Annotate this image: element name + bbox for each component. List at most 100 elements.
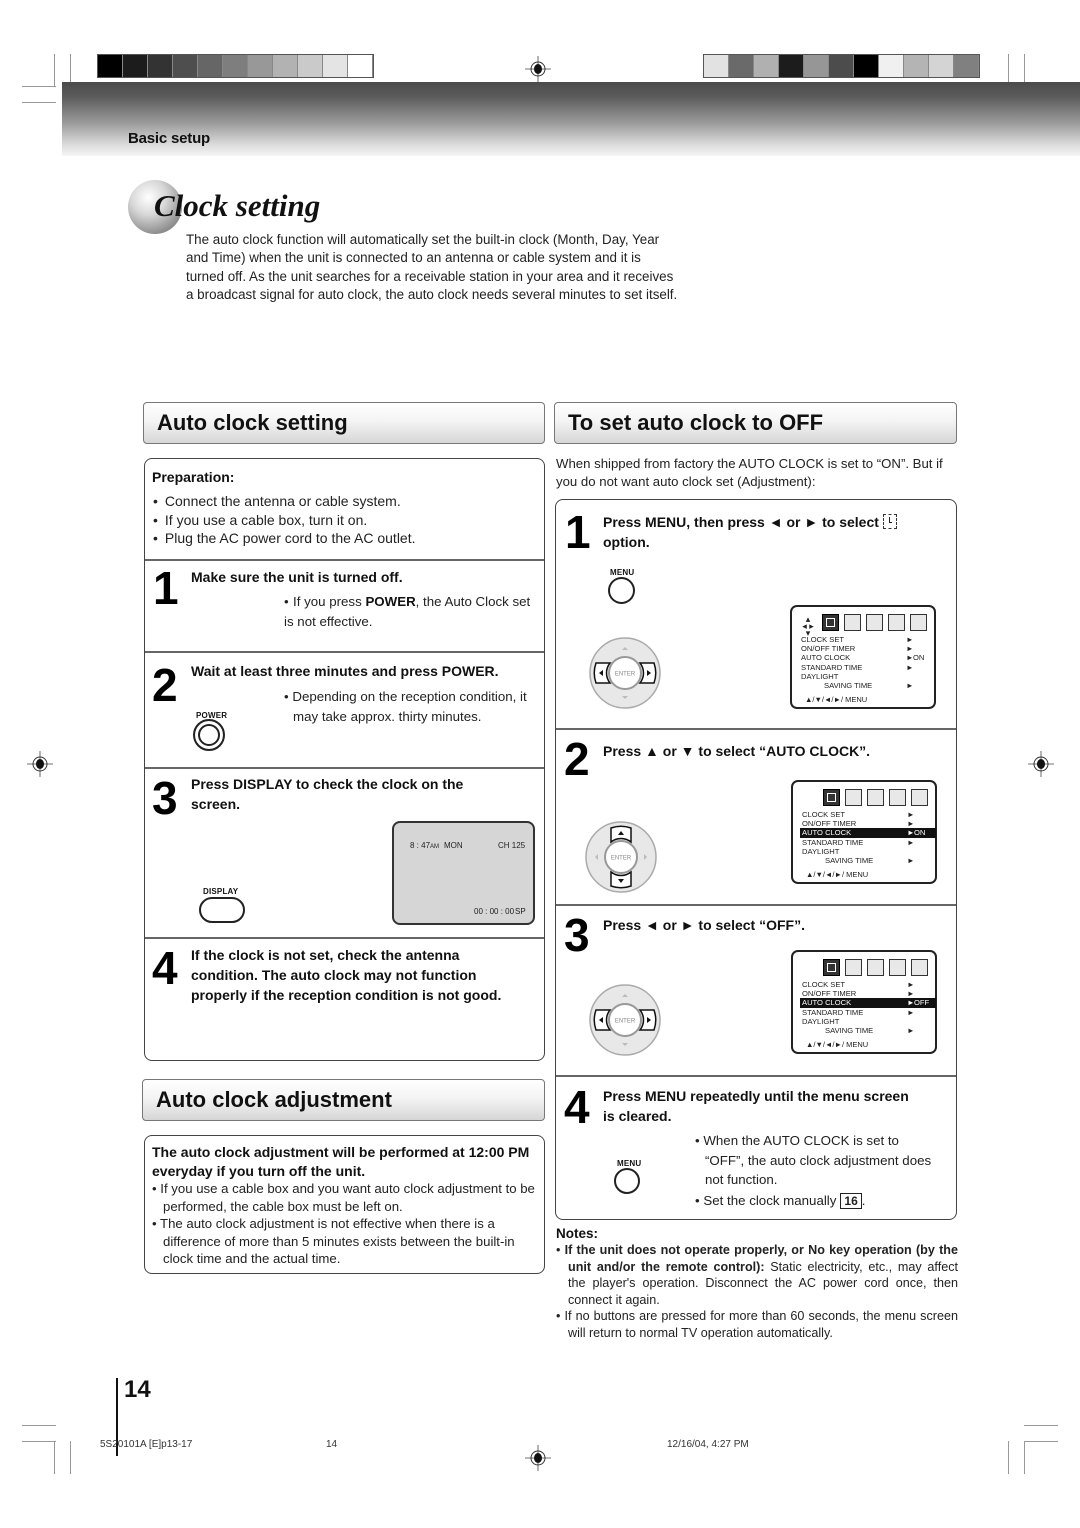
preparation-heading: Preparation: <box>152 469 235 485</box>
svg-text:ENTER: ENTER <box>615 1019 636 1025</box>
osd-row-label: AUTO CLOCK <box>802 998 852 1008</box>
step-title: Press ▲ or ▼ to select “AUTO CLOCK”. <box>603 743 871 759</box>
step-title: Make sure the unit is turned off. <box>191 569 403 585</box>
step-title: Press MENU repeatedly until the menu scr… <box>603 1088 909 1124</box>
preparation-list: Connect the antenna or cable system. If … <box>153 492 416 548</box>
calibration-bar-left <box>97 54 374 78</box>
osd-menu-row: CLOCK SET ► <box>800 810 936 819</box>
calibration-swatch <box>273 55 298 77</box>
page-reference-link[interactable]: 16 <box>840 1193 862 1209</box>
adjustment-item: • If you use a cable box and you want au… <box>152 1181 535 1214</box>
crop-mark <box>1024 1441 1025 1474</box>
footer-page: 14 <box>326 1439 338 1450</box>
dpad-indicator-icon: ▴ ◂ ▸ ▾ <box>802 614 814 638</box>
step-title: If the clock is not set, check the anten… <box>191 947 502 1003</box>
divider <box>145 559 544 561</box>
osd-row-label: AUTO CLOCK <box>801 653 851 663</box>
osd-menu-row: CLOCK SET ► <box>799 635 935 644</box>
crop-mark <box>1008 54 1009 84</box>
menu-button-label: MENU <box>617 1159 642 1168</box>
step-note: • Depending on the reception condition, … <box>284 689 527 724</box>
enter-dial-up-down-icon[interactable]: ENTER <box>584 820 658 894</box>
display-button[interactable] <box>199 897 245 923</box>
power-button[interactable] <box>193 719 225 751</box>
audio-tab-icon <box>845 959 862 976</box>
enter-dial-left-right-icon[interactable]: ENTER <box>588 983 662 1057</box>
osd-row-label: ON/OFF TIMER <box>802 819 857 829</box>
adjustment-item: • The auto clock adjustment is not effec… <box>152 1216 515 1266</box>
preparation-item: Plug the AC power cord to the AC outlet. <box>153 529 416 548</box>
step-number: 4 <box>152 942 178 994</box>
setup-tab-icon <box>867 789 884 806</box>
screen-speed: SP <box>515 907 526 916</box>
step-title: Press MENU, then press ◄ or ► to select … <box>603 512 943 552</box>
osd-menu-row: ON/OFF TIMER ► <box>800 989 936 998</box>
calibration-bar-right <box>703 54 980 78</box>
step-number: 1 <box>565 506 591 558</box>
calibration-swatch <box>173 55 198 77</box>
calibration-swatch <box>323 55 348 77</box>
calibration-swatch <box>929 55 954 77</box>
setup-tab-icon <box>866 614 883 631</box>
calibration-swatch <box>829 55 854 77</box>
osd-row-label: CLOCK SET <box>801 635 845 644</box>
osd-arrow-icon: ► <box>906 644 914 654</box>
osd-menu-row: SAVING TIME ► <box>800 1026 936 1035</box>
divider <box>556 1075 956 1077</box>
osd-row-label: DAYLIGHT <box>802 1016 840 1026</box>
auto-clock-setting-box: Preparation: Connect the antenna or cabl… <box>144 458 545 1061</box>
clock-tab-icon <box>823 959 840 976</box>
note-item: If no buttons are pressed for more than … <box>556 1308 959 1341</box>
crop-mark <box>1008 1441 1009 1474</box>
osd-arrow-icon: ► <box>906 680 914 690</box>
page-title: Clock setting <box>154 188 321 223</box>
osd-tab-icons <box>823 789 928 806</box>
calibration-swatch <box>779 55 804 77</box>
step-note: • Set the clock manually 16. <box>695 1193 866 1209</box>
vcr-tab-icon <box>911 789 928 806</box>
lock-tab-icon <box>889 959 906 976</box>
setup-tab-icon <box>867 959 884 976</box>
osd-row-label: STANDARD TIME <box>802 1007 864 1017</box>
footer-timestamp: 12/16/04, 4:27 PM <box>667 1439 749 1450</box>
osd-row-label: STANDARD TIME <box>802 837 864 847</box>
osd-menu-row: CLOCK SET ► <box>800 980 936 989</box>
osd-menu: CLOCK SET ► ON/OFF TIMER ► AUTO CLOCK ► OFF STA… <box>791 950 937 1054</box>
step-number: 3 <box>564 909 590 961</box>
auto-clock-off-box: 1 Press MENU, then press ◄ or ► to selec… <box>555 499 957 1220</box>
osd-menu-row: DAYLIGHT <box>800 1017 936 1026</box>
step-note: • When the AUTO CLOCK is set to “OFF”, t… <box>695 1133 932 1187</box>
osd-tab-icons <box>823 959 928 976</box>
crop-mark <box>22 1441 56 1442</box>
menu-button[interactable] <box>608 577 635 604</box>
calibration-swatch <box>198 55 223 77</box>
calibration-swatch <box>704 55 729 77</box>
audio-tab-icon <box>845 789 862 806</box>
crop-mark <box>54 1441 55 1474</box>
calibration-swatch <box>904 55 929 77</box>
calibration-swatch <box>729 55 754 77</box>
divider <box>145 937 544 939</box>
osd-row-label: STANDARD TIME <box>801 662 863 672</box>
divider <box>556 728 956 730</box>
osd-menu-row: AUTO CLOCK ► ON <box>800 828 936 838</box>
registration-mark-icon <box>27 751 53 777</box>
intro-paragraph: The auto clock function will automatical… <box>186 232 678 302</box>
osd-row-label: DAYLIGHT <box>801 671 839 681</box>
menu-button[interactable] <box>614 1168 640 1194</box>
osd-row-label: SAVING TIME <box>825 855 874 865</box>
calibration-swatch <box>804 55 829 77</box>
osd-arrow-icon: ► <box>907 810 915 819</box>
notes-heading: Notes: <box>556 1226 599 1241</box>
auto-clock-off-intro: When shipped from factory the AUTO CLOCK… <box>556 456 943 490</box>
enter-dial-left-right-icon[interactable]: ENTER <box>588 636 662 710</box>
lock-tab-icon <box>888 614 905 631</box>
crop-mark <box>1024 1425 1058 1426</box>
osd-arrow-icon: ► <box>907 1007 915 1017</box>
auto-clock-adjustment-box: The auto clock adjustment will be perfor… <box>144 1135 545 1274</box>
note-item: If the unit does not operate properly, o… <box>556 1242 958 1308</box>
osd-tab-icons <box>822 614 927 631</box>
calibration-swatch <box>754 55 779 77</box>
osd-menu-row: SAVING TIME ► <box>800 856 936 865</box>
screen-time: 8 : 47AM <box>410 841 440 850</box>
